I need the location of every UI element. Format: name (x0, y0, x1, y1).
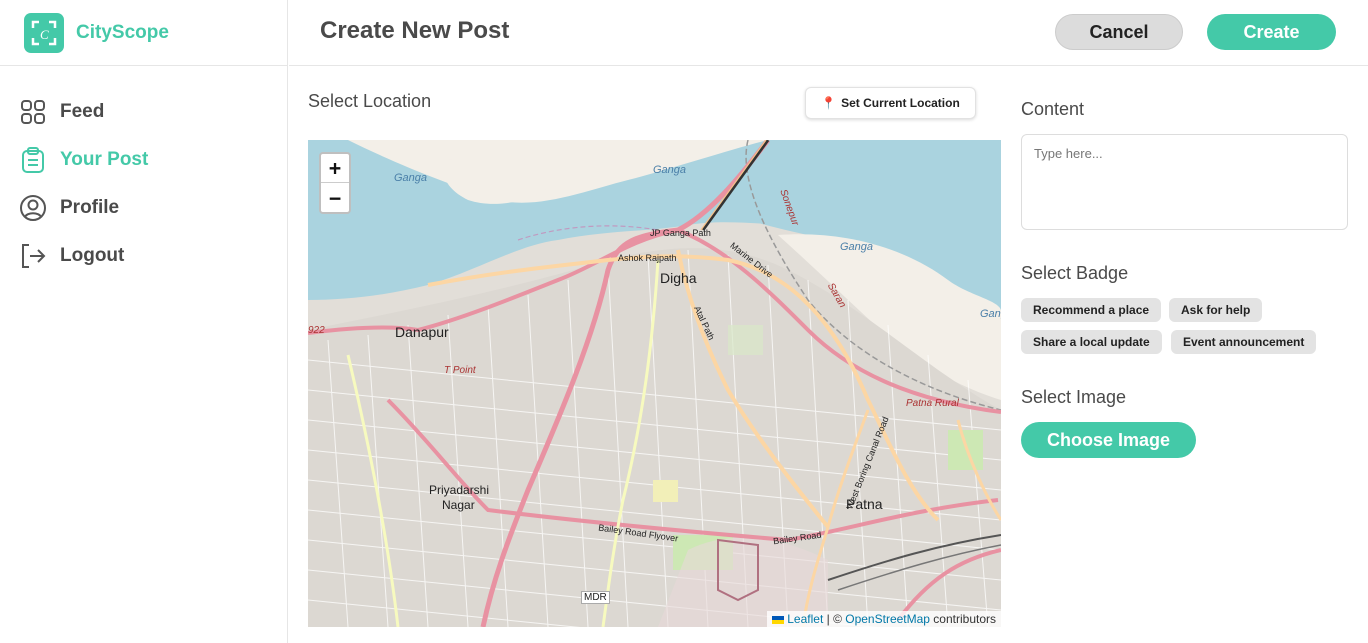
content-textarea[interactable] (1021, 134, 1348, 230)
map-label-ganga: Ganga (980, 308, 1001, 320)
map-label-ganga: Ganga (394, 172, 428, 184)
sidebar-item-profile[interactable]: Profile (0, 184, 287, 232)
create-post-app: C CityScope Feed Your Post Profile Logou… (0, 0, 1368, 643)
map-label-t-point: T Point (444, 365, 476, 376)
sidebar-item-label: Your Post (60, 149, 149, 170)
choose-image-button[interactable]: Choose Image (1021, 422, 1196, 458)
zoom-in-button[interactable]: + (321, 154, 349, 183)
content-label: Content (1021, 99, 1085, 119)
location-map[interactable]: Ganga Ganga Ganga Ganga 922 Danapur Digh… (308, 140, 1001, 627)
sidebar-item-your-post[interactable]: Your Post (0, 136, 287, 184)
map-label-danapur: Danapur (395, 324, 449, 340)
set-current-location-label: Set Current Location (841, 96, 960, 110)
sidebar-item-feed[interactable]: Feed (0, 88, 287, 136)
map-label-route-922: 922 (308, 325, 325, 336)
page-title: Create New Post (320, 17, 510, 44)
select-image-label: Select Image (1021, 387, 1127, 407)
svg-text:C: C (40, 27, 49, 42)
pin-icon: 📍 (821, 96, 837, 110)
sidebar-item-logout[interactable]: Logout (0, 232, 287, 280)
sidebar: C CityScope Feed Your Post Profile Logou… (0, 0, 288, 643)
brand-name: CityScope (76, 21, 169, 43)
create-button[interactable]: Create (1207, 14, 1336, 50)
badge-recommend-a-place[interactable]: Recommend a place (1021, 298, 1162, 322)
zoom-out-button[interactable]: − (321, 183, 349, 212)
map-label-nagar: Nagar (442, 498, 475, 512)
set-current-location-button[interactable]: 📍 Set Current Location (805, 87, 976, 119)
cancel-button[interactable]: Cancel (1055, 14, 1183, 50)
map-tiles (308, 140, 1001, 627)
page-header: Create New Post Cancel Create (289, 0, 1368, 66)
sidebar-item-label: Logout (60, 245, 125, 266)
badge-share-a-local-update[interactable]: Share a local update (1021, 330, 1162, 354)
clipboard-icon (19, 146, 47, 174)
attribution-separator: | © (823, 612, 846, 626)
map-label-priyadarshi: Priyadarshi (429, 483, 490, 497)
badge-ask-for-help[interactable]: Ask for help (1169, 298, 1263, 322)
map-label-mdr: MDR (581, 591, 610, 604)
map-label-digha: Digha (660, 270, 697, 286)
openstreetmap-link[interactable]: OpenStreetMap (845, 612, 930, 626)
map-label-ganga: Ganga (653, 164, 687, 176)
brand[interactable]: C CityScope (0, 0, 287, 66)
user-circle-icon (19, 194, 47, 222)
grid-icon (19, 98, 47, 126)
sidebar-nav: Feed Your Post Profile Logout (0, 66, 287, 280)
sidebar-item-label: Feed (60, 101, 105, 122)
attribution-suffix: contributors (929, 612, 996, 626)
sidebar-item-label: Profile (60, 197, 120, 218)
map-zoom-control: + − (319, 152, 351, 214)
ukraine-flag-icon (772, 615, 785, 624)
badge-event-announcement[interactable]: Event announcement (1171, 330, 1317, 354)
logout-icon (19, 242, 47, 270)
map-attribution: Leaflet | © OpenStreetMap contributors (767, 611, 1001, 627)
select-badge-label: Select Badge (1021, 263, 1129, 283)
select-location-label: Select Location (308, 91, 432, 111)
leaflet-link[interactable]: Leaflet (787, 612, 823, 626)
map-label-ashok-rajpath: Ashok Rajpath (618, 253, 677, 263)
map-label-ganga: Ganga (840, 241, 874, 253)
map-label-patna-rural: Patna Rural (906, 398, 959, 409)
map-label-jp-ganga-path: JP Ganga Path (650, 228, 711, 238)
brand-logo-icon: C (24, 12, 64, 53)
